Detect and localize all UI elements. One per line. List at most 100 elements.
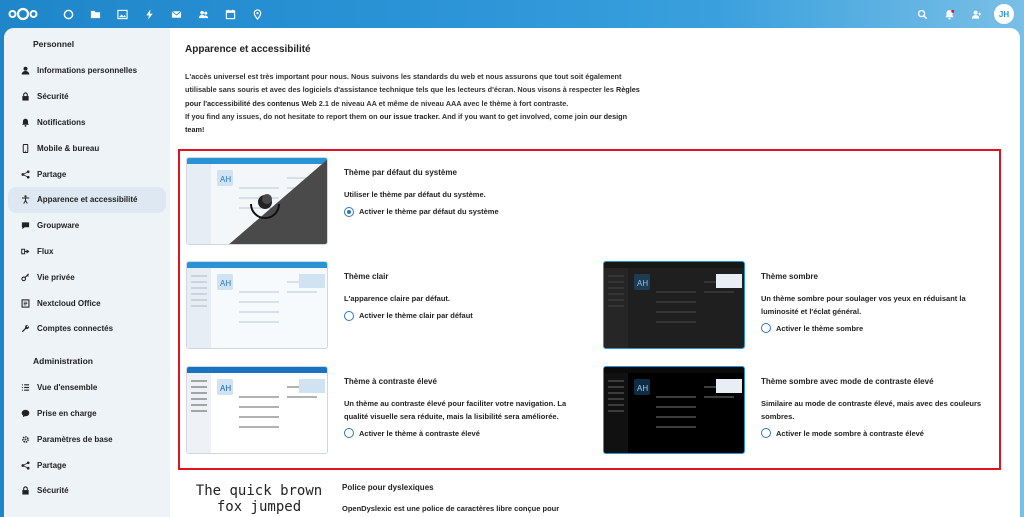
- sidebar-item-personal-info[interactable]: Informations personnelles: [8, 58, 166, 84]
- light-theme-option: Activer le thème clair par défaut: [359, 311, 473, 320]
- default-theme-desc: Utiliser le thème par défaut du système.: [344, 190, 486, 199]
- dyslexic-font-desc: OpenDyslexic est une police de caractère…: [342, 504, 560, 513]
- sidebar-item-admin-security[interactable]: Sécurité: [8, 478, 166, 504]
- preview-initials: AH: [220, 384, 231, 393]
- chat-icon: [20, 408, 30, 418]
- dyslexic-font-preview[interactable]: The quick brown fox jumped: [194, 483, 324, 515]
- top-header: JH: [0, 0, 1024, 28]
- sidebar-item-label: Nextcloud Office: [37, 298, 101, 308]
- list-icon: [20, 383, 30, 393]
- sidebar-item-privacy[interactable]: Vie privée: [8, 264, 166, 290]
- maps-icon[interactable]: [244, 4, 271, 24]
- user-avatar[interactable]: JH: [994, 4, 1014, 24]
- sidebar-item-overview[interactable]: Vue d'ensemble: [8, 375, 166, 401]
- page-title: Apparence et accessibilité: [185, 44, 311, 55]
- contacts-menu-icon[interactable]: [963, 3, 990, 25]
- dyslexic-font-title: Police pour dyslexiques: [342, 483, 434, 492]
- default-theme-preview[interactable]: AH: [186, 157, 328, 245]
- dyslexic-font-info: Police pour dyslexiques OpenDyslexic est…: [342, 483, 559, 513]
- admin-heading: Administration: [33, 355, 93, 366]
- lock-icon: [20, 92, 30, 102]
- sidebar-item-office[interactable]: Nextcloud Office: [8, 290, 166, 316]
- dark-high-contrast-theme-radio[interactable]: [761, 428, 771, 438]
- search-icon[interactable]: [909, 3, 936, 25]
- groupware-icon: [20, 221, 30, 231]
- office-icon: [20, 298, 30, 308]
- high-contrast-theme-option: Activer le thème à contraste élevé: [359, 428, 480, 438]
- sidebar-item-notifications[interactable]: Notifications: [8, 110, 166, 136]
- sidebar-item-label: Partage: [37, 169, 67, 179]
- nextcloud-logo-icon[interactable]: [8, 7, 38, 21]
- lock-icon: [20, 486, 30, 496]
- sidebar-item-sharing[interactable]: Partage: [8, 161, 166, 187]
- default-theme-radio[interactable]: [344, 206, 354, 217]
- sidebar-item-security[interactable]: Sécurité: [8, 84, 166, 110]
- sidebar-item-label: Paramètres de base: [37, 434, 113, 444]
- high-contrast-theme-radio[interactable]: [344, 428, 354, 438]
- phone-icon: [20, 143, 30, 153]
- notifications-bell-icon[interactable]: [936, 3, 963, 25]
- dark-high-contrast-theme-preview[interactable]: AH: [603, 366, 745, 454]
- contacts-icon[interactable]: [190, 4, 217, 24]
- dashboard-icon[interactable]: [55, 4, 82, 24]
- settings-sidebar: Personnel Informations personnelles Sécu…: [4, 28, 170, 517]
- files-icon[interactable]: [82, 4, 109, 24]
- sidebar-item-label: Apparence et accessibilité: [37, 195, 138, 205]
- activity-icon[interactable]: [136, 4, 163, 24]
- light-theme-radio-row[interactable]: Activer le thème clair par défaut: [344, 310, 584, 321]
- issue-tracker-link[interactable]: our issue tracker: [380, 112, 438, 121]
- sidebar-item-flow[interactable]: Flux: [8, 239, 166, 265]
- sidebar-item-connected-accounts[interactable]: Comptes connectés: [8, 316, 166, 342]
- sidebar-item-mobile-desktop[interactable]: Mobile & bureau: [8, 135, 166, 161]
- mail-icon[interactable]: [163, 4, 190, 24]
- header-right: JH: [909, 3, 1014, 25]
- main-container: Personnel Informations personnelles Sécu…: [4, 28, 1020, 517]
- sidebar-item-admin-sharing[interactable]: Partage: [8, 452, 166, 478]
- key-icon: [20, 272, 30, 282]
- themes-section: AH Thème par défaut du système Utiliser …: [178, 149, 1001, 470]
- sidebar-item-label: Comptes connectés: [37, 324, 114, 334]
- sidebar-item-support[interactable]: Prise en charge: [8, 401, 166, 427]
- sidebar-item-label: Prise en charge: [37, 408, 97, 418]
- description-paragraph-2: If you find any issues, do not hesitate …: [185, 111, 628, 135]
- sidebar-item-groupware[interactable]: Groupware: [8, 213, 166, 239]
- preview-initials: AH: [637, 384, 648, 393]
- photos-icon[interactable]: [109, 4, 136, 24]
- personal-heading: Personnel: [33, 39, 75, 49]
- settings-icon: [20, 434, 30, 444]
- sidebar-item-label: Flux: [37, 246, 54, 256]
- dark-theme-option: Activer le thème sombre: [776, 323, 864, 333]
- dark-high-contrast-theme-radio-row[interactable]: Activer le mode sombre à contraste élevé: [761, 428, 993, 438]
- accessibility-icon: [20, 195, 30, 205]
- dark-theme-radio[interactable]: [761, 323, 771, 333]
- sidebar-item-label: Sécurité: [37, 92, 69, 102]
- sidebar-item-basic-settings[interactable]: Paramètres de base: [8, 426, 166, 452]
- default-theme-info: Thème par défaut du système Utiliser le …: [344, 168, 684, 217]
- default-theme-radio-row[interactable]: Activer le thème par défaut du système: [344, 206, 684, 217]
- description-paragraph-1: L'accès universel est très important pou…: [185, 72, 640, 108]
- dark-high-contrast-theme-desc: Similaire au mode de contraste élevé, ma…: [761, 399, 982, 421]
- dark-theme-radio-row[interactable]: Activer le thème sombre: [761, 323, 993, 333]
- default-theme-option: Activer le thème par défaut du système: [359, 207, 499, 216]
- high-contrast-theme-radio-row[interactable]: Activer le thème à contraste élevé: [344, 428, 584, 438]
- light-theme-preview[interactable]: AH: [186, 261, 328, 349]
- sidebar-item-appearance[interactable]: Apparence et accessibilité: [8, 186, 166, 213]
- dark-theme-preview[interactable]: AH: [603, 261, 745, 349]
- sidebar-item-label: Informations personnelles: [37, 66, 138, 76]
- sidebar-item-label: Partage: [37, 460, 67, 470]
- dark-theme-info: Thème sombre Un thème sombre pour soulag…: [761, 272, 993, 333]
- share-icon: [20, 460, 30, 470]
- wrench-icon: [20, 324, 30, 334]
- dark-high-contrast-theme-option: Activer le mode sombre à contraste élevé: [776, 428, 924, 438]
- preview-initials: AH: [220, 175, 231, 184]
- light-theme-radio[interactable]: [344, 310, 354, 321]
- high-contrast-theme-desc: Un thème au contraste élevé pour facilit…: [344, 399, 567, 421]
- light-theme-info: Thème clair L'apparence claire par défau…: [344, 272, 584, 321]
- default-theme-name: Thème par défaut du système: [344, 168, 457, 177]
- dark-theme-name: Thème sombre: [761, 272, 818, 281]
- high-contrast-theme-preview[interactable]: AH: [186, 366, 328, 454]
- preview-initials: AH: [220, 279, 231, 288]
- calendar-icon[interactable]: [217, 4, 244, 24]
- preview-initials: AH: [637, 279, 648, 288]
- sidebar-item-label: Mobile & bureau: [37, 143, 100, 153]
